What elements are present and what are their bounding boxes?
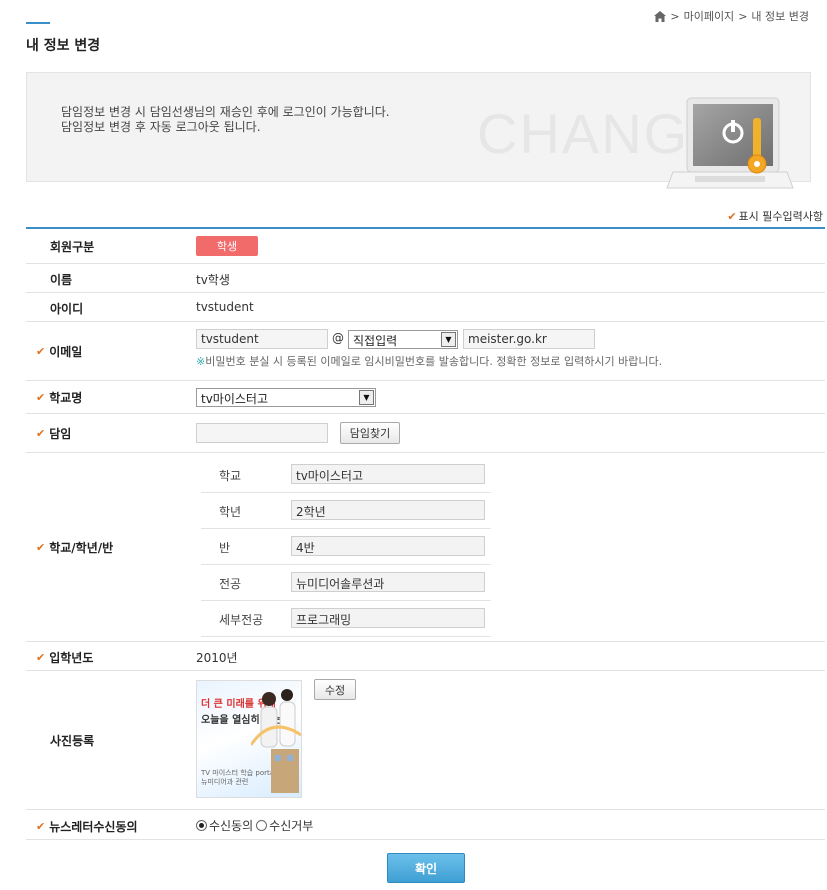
newsletter-reject-option[interactable]: 수신거부: [256, 817, 313, 834]
id-value: tvstudent: [196, 300, 254, 314]
breadcrumb: > 마이페이지 > 내 정보 변경: [654, 8, 809, 24]
required-check-icon: ✔: [36, 541, 46, 554]
note-mark-icon: ※: [196, 355, 206, 368]
name-label: 이름: [50, 273, 73, 287]
title-accent-line: [26, 22, 50, 24]
email-domain-select-value: 직접입력: [353, 334, 398, 348]
laptop-power-key-icon: [666, 97, 794, 189]
class-school-label: 학교: [219, 469, 242, 483]
row-school: ✔ 학교명 tv마이스터고 ▼: [26, 381, 825, 414]
school-select-value: tv마이스터고: [201, 392, 269, 406]
required-check-icon: ✔: [36, 651, 46, 664]
breadcrumb-separator: >: [738, 9, 748, 23]
dropdown-arrow-icon: ▼: [441, 332, 456, 347]
email-label: 이메일: [49, 345, 83, 359]
school-label: 학교명: [49, 391, 83, 405]
name-value: tv학생: [196, 273, 230, 287]
notice-line-1: 담임정보 변경 시 담임선생님의 재승인 후에 로그인이 가능합니다.: [61, 105, 390, 119]
row-newsletter: ✔ 뉴스레터수신동의 수신동의 수신거부: [26, 810, 825, 840]
required-check-icon: ✔: [36, 427, 46, 440]
class-info-row-major: 전공 뉴미디어솔루션과: [201, 565, 491, 601]
dropdown-arrow-icon: ▼: [359, 390, 374, 405]
required-check-icon: ✔: [36, 391, 46, 404]
class-submajor-input[interactable]: 프로그래밍: [291, 608, 485, 628]
id-label: 아이디: [50, 302, 84, 316]
newsletter-label-group: ✔ 뉴스레터수신동의: [36, 818, 138, 835]
required-check-icon: ✔: [36, 345, 46, 358]
email-local-input[interactable]: tvstudent: [196, 329, 328, 349]
photo-label: 사진등록: [50, 734, 95, 748]
email-at-sign: @: [332, 331, 344, 345]
page-title: 내 정보 변경: [26, 38, 101, 54]
email-domain-select[interactable]: 직접입력 ▼: [348, 330, 458, 349]
confirm-button[interactable]: 확인: [387, 853, 465, 883]
find-homeroom-button[interactable]: 담임찾기: [340, 422, 400, 444]
edit-photo-button[interactable]: 수정: [314, 679, 356, 700]
notice-line-2: 담임정보 변경 후 자동 로그아웃 됩니다.: [61, 120, 261, 134]
class-school-input[interactable]: tv마이스터고: [291, 464, 485, 484]
row-email: ✔ 이메일 tvstudent @ 직접입력 ▼ meister.go.kr ※…: [26, 322, 825, 381]
school-label-group: ✔ 학교명: [36, 389, 82, 406]
newsletter-label: 뉴스레터수신동의: [49, 820, 138, 834]
newsletter-reject-label: 수신거부: [269, 819, 314, 833]
class-info-row-submajor: 세부전공 프로그래밍: [201, 601, 491, 637]
row-photo: 사진등록 더 큰 미래를 위해 오늘을 열심히 가는 곳 TV 마이스터 학습 …: [26, 671, 825, 810]
class-class-input[interactable]: 4반: [291, 536, 485, 556]
row-class-info: ✔ 학교/학년/반 학교 tv마이스터고 학년 2학년 반 4반 전공 뉴미디어…: [26, 453, 825, 642]
member-type-label: 회원구분: [50, 240, 95, 254]
class-info-row-grade: 학년 2학년: [201, 493, 491, 529]
breadcrumb-mypage[interactable]: 마이페이지: [684, 8, 735, 24]
class-class-label: 반: [219, 541, 231, 555]
class-major-label: 전공: [219, 577, 242, 591]
class-major-input[interactable]: 뉴미디어솔루션과: [291, 572, 485, 592]
member-type-badge: 학생: [196, 236, 258, 256]
email-domain-input[interactable]: meister.go.kr: [463, 329, 595, 349]
homeroom-label-group: ✔ 담임: [36, 425, 71, 442]
row-member-type: 회원구분 학생: [26, 229, 825, 264]
notice-background-text: CHANG: [477, 102, 690, 165]
row-homeroom: ✔ 담임 담임찾기: [26, 414, 825, 453]
newsletter-options: 수신동의 수신거부: [196, 817, 316, 834]
required-check-icon: ✔: [727, 209, 737, 223]
homeroom-input[interactable]: [196, 423, 328, 443]
profile-photo: 더 큰 미래를 위해 오늘을 열심히 가는 곳 TV 마이스터 학습 porta…: [196, 680, 302, 798]
newsletter-agree-option[interactable]: 수신동의: [196, 817, 253, 834]
people-illustration: [251, 689, 301, 793]
radio-reject[interactable]: [256, 820, 268, 831]
breadcrumb-current: 내 정보 변경: [751, 10, 809, 23]
school-select[interactable]: tv마이스터고 ▼: [196, 388, 376, 407]
class-info-label: 학교/학년/반: [49, 541, 114, 555]
class-info-row-class: 반 4반: [201, 529, 491, 565]
entry-year-label: 입학년도: [49, 651, 94, 665]
newsletter-agree-label: 수신동의: [209, 819, 254, 833]
breadcrumb-separator: >: [670, 9, 680, 23]
email-hint-text: 비밀번호 분실 시 등록된 이메일로 임시비밀번호를 발송합니다. 정확한 정보…: [205, 355, 663, 368]
home-icon[interactable]: [654, 10, 667, 22]
row-name: 이름 tv학생: [26, 264, 825, 293]
entry-year-label-group: ✔ 입학년도: [36, 649, 93, 666]
homeroom-label: 담임: [49, 427, 72, 441]
required-legend-text: 표시 필수입력사항: [738, 210, 823, 223]
email-hint: ※비밀번호 분실 시 등록된 이메일로 임시비밀번호를 발송합니다. 정확한 정…: [196, 353, 662, 369]
class-submajor-label: 세부전공: [219, 613, 264, 627]
class-grade-label: 학년: [219, 505, 242, 519]
row-entry-year: ✔ 입학년도 2010년: [26, 642, 825, 671]
required-legend: ✔ 표시 필수입력사항: [727, 208, 823, 224]
email-label-group: ✔ 이메일: [36, 343, 82, 360]
class-info-label-group: ✔ 학교/학년/반: [36, 539, 113, 556]
radio-agree[interactable]: [196, 820, 207, 831]
required-check-icon: ✔: [36, 820, 46, 833]
entry-year-value: 2010년: [196, 651, 238, 665]
class-grade-input[interactable]: 2학년: [291, 500, 485, 520]
class-info-row-school: 학교 tv마이스터고: [201, 457, 491, 493]
row-id: 아이디 tvstudent: [26, 293, 825, 322]
